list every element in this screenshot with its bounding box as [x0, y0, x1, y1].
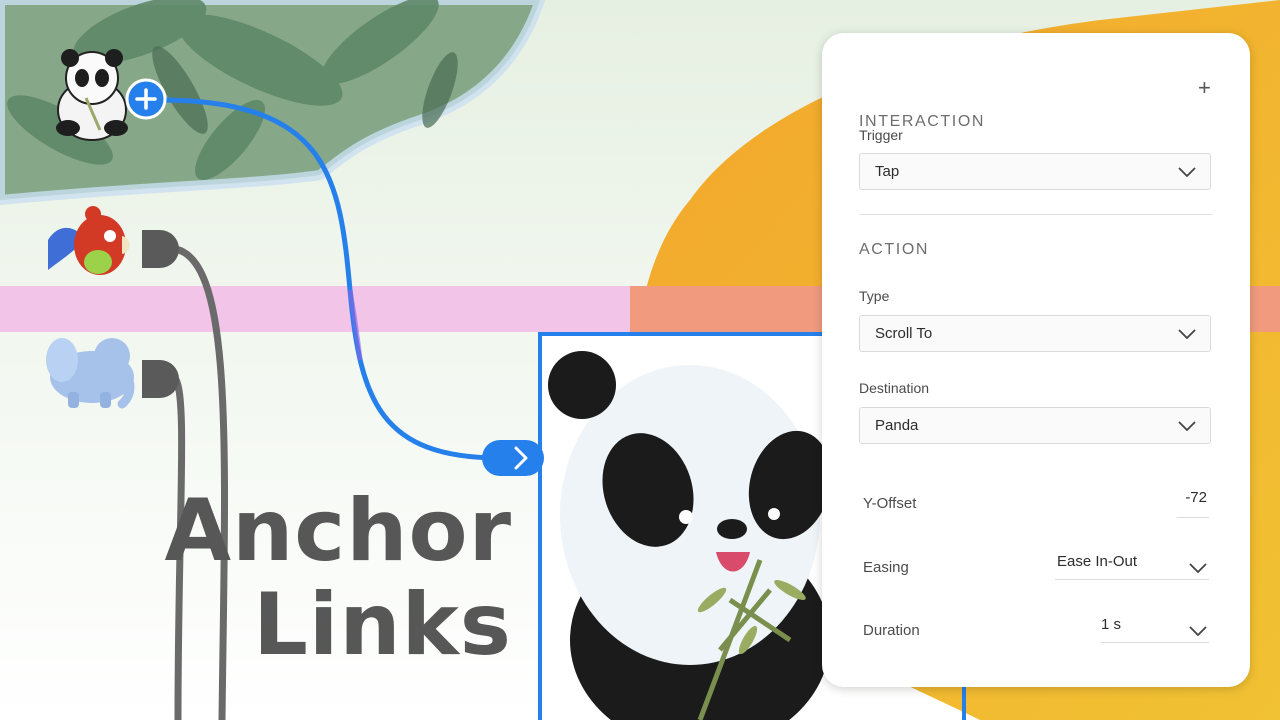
y-offset-value: -72: [1185, 489, 1207, 506]
trigger-dropdown[interactable]: Tap: [859, 153, 1211, 190]
parrot-handle[interactable]: [142, 230, 179, 268]
chevron-down-icon: [1178, 167, 1196, 177]
destination-value: Panda: [875, 417, 919, 434]
duration-value: 1 s: [1101, 616, 1122, 633]
type-dropdown[interactable]: Scroll To: [859, 315, 1211, 352]
type-label: Type: [859, 288, 890, 304]
easing-dropdown[interactable]: Ease In-Out: [1055, 552, 1209, 580]
duration-label: Duration: [863, 622, 920, 639]
y-offset-label: Y-Offset: [863, 495, 917, 512]
chevron-down-icon: [1189, 563, 1207, 573]
link-target-icon[interactable]: [482, 440, 544, 476]
elephant-handle[interactable]: [142, 360, 179, 398]
action-heading: ACTION: [859, 241, 930, 258]
easing-label: Easing: [863, 559, 909, 576]
duration-dropdown[interactable]: 1 s: [1101, 615, 1209, 643]
chevron-down-icon: [1178, 329, 1196, 339]
type-value: Scroll To: [875, 325, 933, 342]
title-line-links: Links: [253, 575, 512, 675]
interaction-inspector: INTERACTION + Trigger Tap ACTION Type Sc…: [822, 33, 1250, 687]
destination-dropdown[interactable]: Panda: [859, 407, 1211, 444]
y-offset-input[interactable]: -72: [1177, 489, 1209, 518]
title-line-anchor: Anchor: [164, 481, 512, 581]
panda-thumbnail[interactable]: [56, 49, 128, 141]
trigger-label: Trigger: [859, 127, 903, 143]
chevron-down-icon: [1178, 421, 1196, 431]
add-interaction-plus-icon[interactable]: +: [1198, 77, 1211, 99]
trigger-value: Tap: [875, 163, 900, 180]
destination-label: Destination: [859, 380, 930, 396]
chevron-down-icon: [1189, 626, 1207, 636]
section-divider: [859, 214, 1213, 215]
easing-value: Ease In-Out: [1057, 553, 1138, 570]
